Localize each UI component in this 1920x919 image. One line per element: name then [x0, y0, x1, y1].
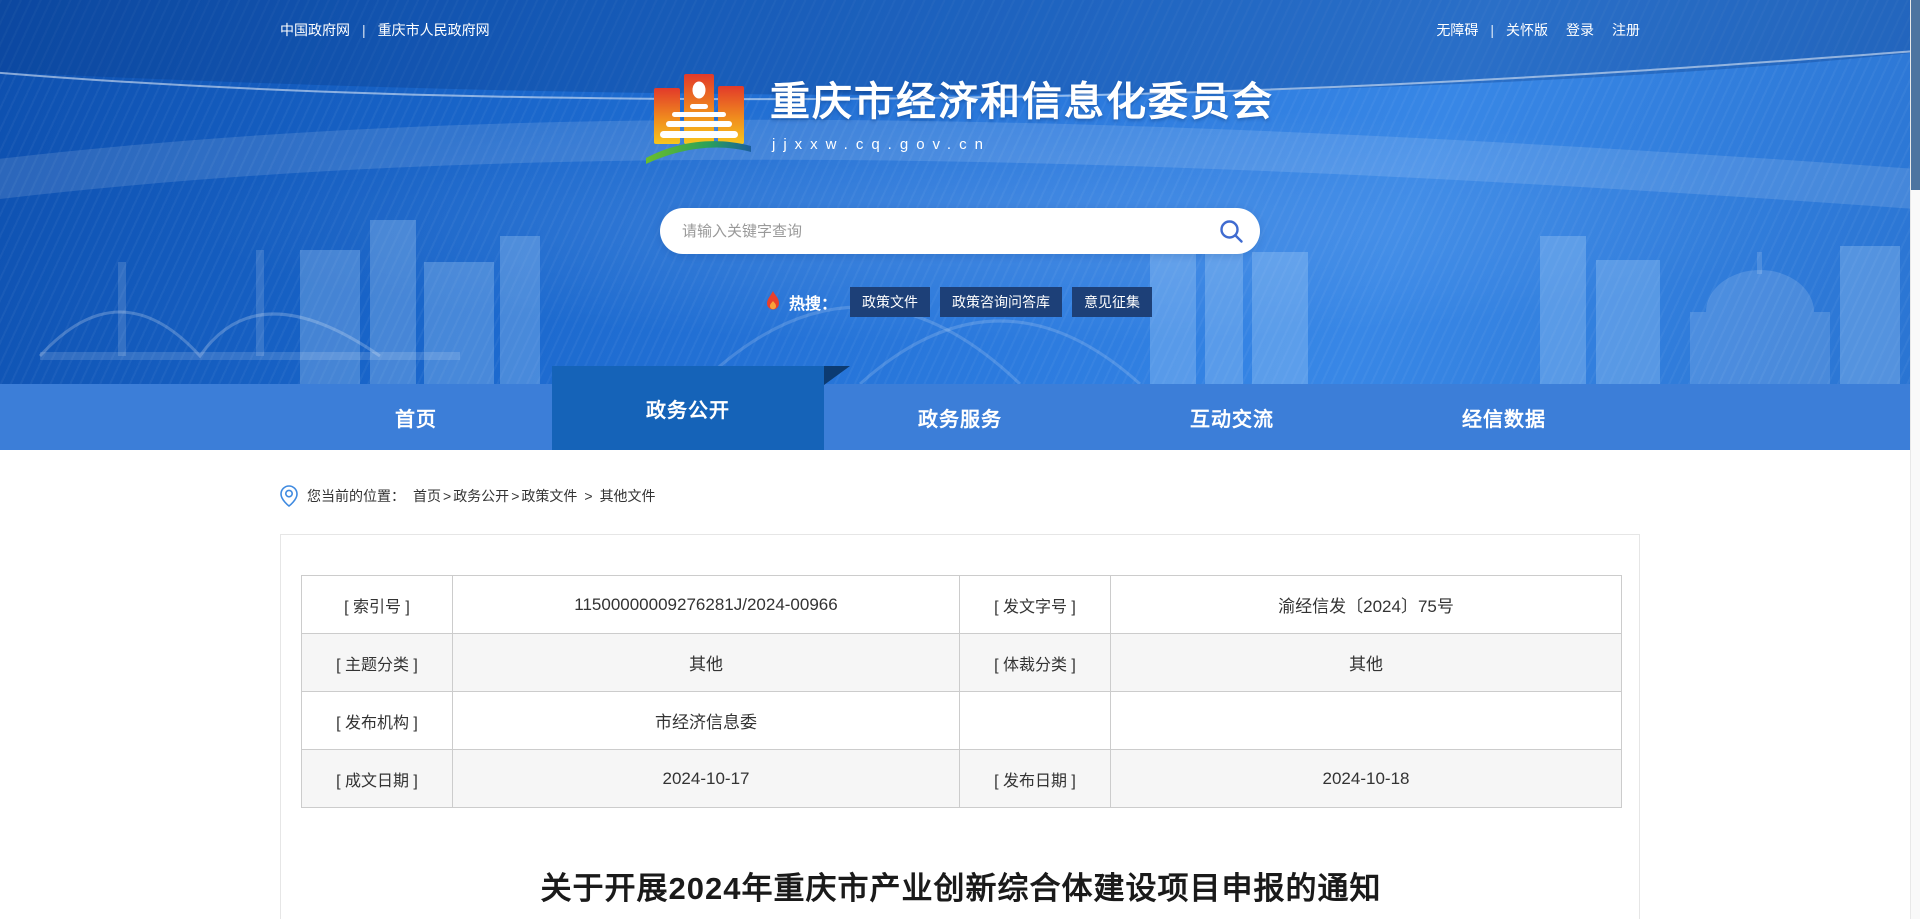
top-bar: 中国政府网 | 重庆市人民政府网 无障碍 | 关怀版 登录 注册 [0, 0, 1920, 40]
link-cq-gov[interactable]: 重庆市人民政府网 [378, 20, 490, 40]
search-input[interactable] [682, 222, 1218, 240]
table-row: [ 成文日期 ] 2024-10-17 [ 发布日期 ] 2024-10-18 [301, 749, 1622, 808]
meta-label-empty [959, 691, 1111, 750]
hot-tag-policy-files[interactable]: 政策文件 [850, 287, 930, 317]
site-brand: 重庆市经济和信息化委员会 jjxxw.cq.gov.cn [0, 58, 1920, 164]
nav-econ-data[interactable]: 经信数据 [1368, 384, 1640, 450]
main-nav: 首页 政务公开 政务服务 互动交流 经信数据 [0, 366, 1920, 450]
nav-gov-services[interactable]: 政务服务 [824, 384, 1096, 450]
meta-value-issuing-agency: 市经济信息委 [452, 691, 960, 750]
meta-label-publish-date: [ 发布日期 ] [959, 749, 1111, 808]
meta-value-genre-category: 其他 [1110, 633, 1622, 692]
link-china-gov[interactable]: 中国政府网 [280, 20, 350, 40]
breadcrumb-separator: > [511, 488, 520, 504]
meta-value-subject-category: 其他 [452, 633, 960, 692]
table-row: [ 发布机构 ] 市经济信息委 [301, 691, 1622, 750]
breadcrumb-other-files[interactable]: 其他文件 [600, 486, 656, 506]
meta-value-publish-date: 2024-10-18 [1110, 749, 1622, 808]
link-register[interactable]: 注册 [1612, 20, 1640, 40]
site-header: 中国政府网 | 重庆市人民政府网 无障碍 | 关怀版 登录 注册 重庆市经济和信… [0, 0, 1920, 384]
meta-label-subject-category: [ 主题分类 ] [301, 633, 453, 692]
page: 中国政府网 | 重庆市人民政府网 无障碍 | 关怀版 登录 注册 重庆市经济和信… [0, 0, 1920, 919]
meta-label-doc-no: [ 发文字号 ] [959, 575, 1111, 634]
meta-value-empty [1110, 691, 1622, 750]
nav-gov-disclosure[interactable]: 政务公开 [552, 366, 850, 450]
nav-home[interactable]: 首页 [280, 384, 552, 450]
site-logo-icon [646, 74, 751, 164]
breadcrumb-gov-disclosure[interactable]: 政务公开 [453, 486, 509, 506]
search-button[interactable] [1218, 218, 1244, 244]
meta-value-index-no: 11500000009276281J/2024-00966 [452, 575, 960, 634]
nav-interaction[interactable]: 互动交流 [1096, 384, 1368, 450]
hot-tag-opinion-collect[interactable]: 意见征集 [1072, 287, 1152, 317]
breadcrumb-separator: > [584, 488, 593, 504]
breadcrumb: 您当前的位置： 首页 > 政务公开 > 政策文件 > 其他文件 [280, 450, 1640, 507]
hot-tag-policy-qa[interactable]: 政策咨询问答库 [940, 287, 1062, 317]
meta-value-doc-no: 渝经信发〔2024〕75号 [1110, 575, 1622, 634]
breadcrumb-prefix: 您当前的位置： [307, 488, 405, 504]
top-bar-divider: | [362, 22, 366, 38]
link-care-version[interactable]: 关怀版 [1506, 20, 1548, 40]
search-icon [1220, 220, 1243, 243]
document-title: 关于开展2024年重庆市产业创新综合体建设项目申报的通知 [540, 871, 1382, 906]
breadcrumb-separator: > [443, 488, 452, 504]
meta-label-genre-category: [ 体裁分类 ] [959, 633, 1111, 692]
breadcrumb-policy-files[interactable]: 政策文件 [521, 486, 577, 506]
scrollbar[interactable] [1910, 0, 1920, 919]
table-row: [ 主题分类 ] 其他 [ 体裁分类 ] 其他 [301, 633, 1622, 692]
site-domain: jjxxw.cq.gov.cn [772, 136, 991, 153]
flame-icon [766, 291, 779, 310]
link-accessibility[interactable]: 无障碍 [1436, 20, 1478, 40]
search-bar [660, 208, 1260, 254]
meta-label-written-date: [ 成文日期 ] [301, 749, 453, 808]
top-bar-right: 无障碍 | 关怀版 登录 注册 [1436, 20, 1640, 40]
top-bar-divider-2: | [1490, 22, 1494, 38]
document-card: [ 索引号 ] 11500000009276281J/2024-00966 [ … [280, 534, 1640, 919]
scrollbar-thumb[interactable] [1911, 0, 1920, 190]
hot-search-row: 热搜： 政策文件 政策咨询问答库 意见征集 [0, 287, 1920, 317]
meta-value-written-date: 2024-10-17 [452, 749, 960, 808]
top-bar-left: 中国政府网 | 重庆市人民政府网 [280, 20, 490, 40]
hot-search-label: 热搜： [788, 296, 837, 313]
location-pin-icon [280, 485, 298, 507]
table-row: [ 索引号 ] 11500000009276281J/2024-00966 [ … [301, 575, 1622, 634]
main-content: 您当前的位置： 首页 > 政务公开 > 政策文件 > 其他文件 [ 索引号 ] … [0, 450, 1920, 919]
site-title: 重庆市经济和信息化委员会 [770, 80, 1274, 124]
breadcrumb-home[interactable]: 首页 [413, 486, 441, 506]
meta-label-issuing-agency: [ 发布机构 ] [301, 691, 453, 750]
document-meta-table: [ 索引号 ] 11500000009276281J/2024-00966 [ … [301, 575, 1622, 808]
meta-label-index-no: [ 索引号 ] [301, 575, 453, 634]
link-login[interactable]: 登录 [1566, 20, 1594, 40]
